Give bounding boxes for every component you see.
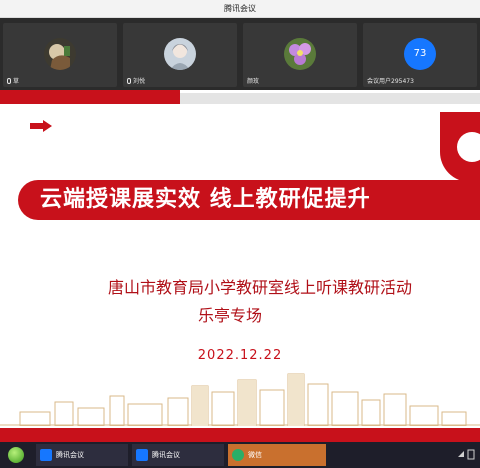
avatar: 73 bbox=[404, 38, 436, 70]
avatar bbox=[284, 38, 316, 70]
participant-name: 草 bbox=[13, 78, 20, 85]
taskbar-item-label: 腾讯会议 bbox=[56, 451, 84, 459]
tencent-meeting-icon bbox=[40, 449, 52, 461]
slide-banner: 云端授课展实效 线上教研促提升 bbox=[18, 180, 480, 220]
taskbar-item-label: 微信 bbox=[248, 451, 262, 459]
window-titlebar: 腾讯会议 bbox=[0, 0, 480, 18]
taskbar-item[interactable]: 微信 bbox=[228, 444, 326, 466]
window-title: 腾讯会议 bbox=[224, 4, 256, 13]
participant-strip: 草 刘悦 颜玫 73 会议用户295473 bbox=[0, 18, 480, 90]
slide-corner-ornament-inner bbox=[457, 132, 480, 162]
slide-bottom-band bbox=[0, 428, 480, 442]
slide-subtitle: 唐山市教育局小学教研室线上听课教研活动 bbox=[107, 278, 412, 297]
city-skyline-illustration bbox=[0, 373, 480, 426]
taskbar-item-label: 腾讯会议 bbox=[152, 451, 180, 459]
participant-name: 颜玫 bbox=[247, 78, 260, 85]
participant-tile[interactable]: 颜玫 bbox=[243, 23, 357, 87]
participant-tile[interactable]: 刘悦 bbox=[123, 23, 237, 87]
participant-tile[interactable]: 草 bbox=[3, 23, 117, 87]
slide-date: 2022.12.22 bbox=[197, 348, 283, 363]
participant-name: 会议用户295473 bbox=[367, 78, 414, 85]
tencent-meeting-icon bbox=[136, 449, 148, 461]
slide-session: 乐亭专场 bbox=[197, 306, 262, 325]
slide-top-band bbox=[0, 90, 180, 104]
avatar-initials: 73 bbox=[413, 48, 427, 59]
shared-slide: 云端授课展实效 线上教研促提升 唐山市教育局小学教研室线上听课教研活动 乐亭专场… bbox=[0, 90, 480, 442]
avatar bbox=[164, 38, 196, 70]
wechat-icon bbox=[232, 449, 244, 461]
avatar bbox=[44, 38, 76, 70]
arrow-icon bbox=[30, 120, 52, 132]
system-tray[interactable] bbox=[452, 442, 480, 468]
microphone-icon bbox=[7, 77, 11, 84]
participant-name: 刘悦 bbox=[133, 78, 146, 85]
microphone-icon bbox=[127, 77, 131, 84]
slide-top-band-grey bbox=[180, 93, 480, 104]
start-button[interactable] bbox=[8, 447, 24, 463]
participant-tile[interactable]: 73 会议用户295473 bbox=[363, 23, 477, 87]
taskbar-item[interactable]: 腾讯会议 bbox=[36, 444, 128, 466]
taskbar-item[interactable]: 腾讯会议 bbox=[132, 444, 224, 466]
taskbar: 腾讯会议 腾讯会议 微信 bbox=[0, 442, 480, 468]
